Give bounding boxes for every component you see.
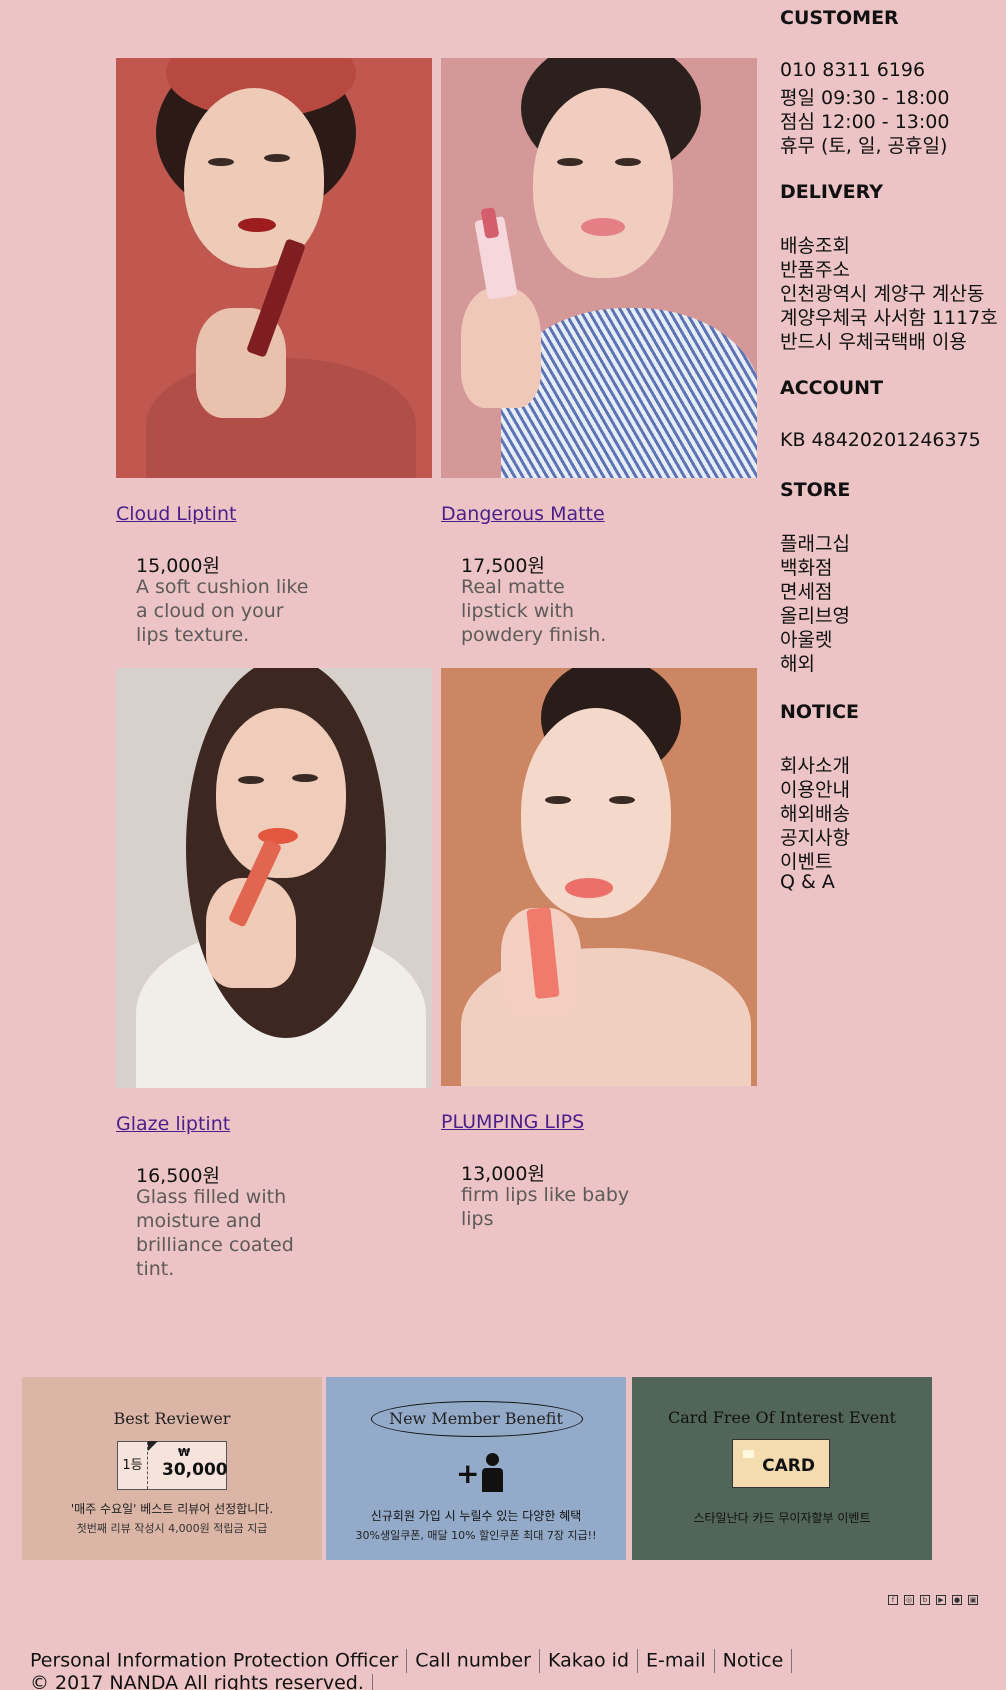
footer-link-kakao-id[interactable]: Kakao id (548, 1650, 629, 1672)
product-description: firm lips like baby lips (461, 1184, 630, 1230)
store-link-oliveyoung[interactable]: 올리브영 (780, 601, 850, 628)
model-with-coral-lips-image[interactable] (441, 668, 757, 1086)
product-description: A soft cushion like a cloud on your lips… (136, 576, 309, 646)
customer-heading: CUSTOMER (780, 7, 899, 29)
model-with-pink-lipstick-image[interactable] (441, 58, 757, 478)
separator (371, 1673, 373, 1690)
store-icon[interactable]: ▣ (968, 1595, 978, 1605)
coupon-amount: 30,000 (162, 1460, 228, 1480)
store-link-dutyfree[interactable]: 면세점 (780, 577, 832, 604)
coupon-rank: 1등 (118, 1442, 148, 1489)
product-price: 17,500원 (461, 555, 545, 577)
coupon-icon: 1등 ₩ 30,000 (117, 1441, 228, 1490)
product-price: 13,000원 (461, 1163, 545, 1185)
product-card-cloud-liptint: Cloud Liptint 15,000원 A soft cushion lik… (116, 58, 432, 646)
banner-title: Best Reviewer (113, 1409, 231, 1428)
social-icons: f ◎ b ▶ ● ▣ (888, 1595, 978, 1605)
banner-title: New Member Benefit (389, 1409, 563, 1428)
notice-link-guide[interactable]: 이용안내 (780, 775, 850, 802)
store-link-department[interactable]: 백화점 (780, 553, 832, 580)
product-card-glaze-liptint: Glaze liptint 16,500원 Glass filled with … (116, 668, 432, 1280)
separator (637, 1649, 639, 1673)
customer-phone: 010 8311 6196 (780, 59, 926, 81)
footer-link-email[interactable]: E-mail (646, 1650, 706, 1672)
card-chip-icon (743, 1450, 754, 1458)
notice-link-events[interactable]: 이벤트 (780, 847, 832, 874)
product-name-link[interactable]: Glaze liptint (116, 1113, 230, 1135)
footer-link-privacy-officer[interactable]: Personal Information Protection Officer (30, 1650, 398, 1672)
notice-link-announcements[interactable]: 공지사항 (780, 823, 850, 850)
store-link-outlet[interactable]: 아울렛 (780, 625, 832, 652)
delivery-return-address-link[interactable]: 반품주소 (780, 255, 850, 282)
customer-hours-weekday: 평일 09:30 - 18:00 (780, 87, 950, 109)
new-member-benefit-banner[interactable]: New Member Benefit + 신규회원 가입 시 누릴수 있는 다양… (326, 1377, 626, 1560)
instagram-icon[interactable]: ◎ (904, 1595, 914, 1605)
plus-icon: + (456, 1457, 480, 1490)
banner-text: 신규회원 가입 시 누릴수 있는 다양한 혜택 (370, 1509, 582, 1523)
banner-subtext: 30%생일쿠폰, 매달 10% 할인쿠폰 최대 7장 지급!! (355, 1529, 597, 1542)
product-price: 15,000원 (136, 555, 220, 577)
kakao-icon[interactable]: ● (952, 1595, 962, 1605)
youtube-icon[interactable]: ▶ (936, 1595, 946, 1605)
product-name-link[interactable]: Dangerous Matte (441, 503, 605, 525)
facebook-icon[interactable]: f (888, 1595, 898, 1605)
copyright-text: © 2017 NANDA All rights reserved. (30, 1672, 364, 1690)
model-with-red-lipstick-image[interactable] (116, 58, 432, 478)
product-card-plumping-lips: PLUMPING LIPS 13,000원 firm lips like bab… (441, 668, 757, 1230)
account-number: KB 48420201246375 (780, 429, 981, 451)
delivery-address-line: 반드시 우체국택배 이용 (780, 331, 967, 353)
footer-link-notice[interactable]: Notice (723, 1650, 784, 1672)
product-card-dangerous-matte: Dangerous Matte 17,500원 Real matte lipst… (441, 58, 757, 646)
best-reviewer-banner[interactable]: Best Reviewer 1등 ₩ 30,000 '매주 수요일' 베스트 리… (22, 1377, 322, 1560)
banner-text: 스타일난다 카드 무이자할부 이벤트 (693, 1511, 871, 1525)
account-heading: ACCOUNT (780, 377, 884, 399)
footer-link-call-number[interactable]: Call number (415, 1650, 531, 1672)
delivery-tracking-link[interactable]: 배송조회 (780, 231, 850, 258)
delivery-heading: DELIVERY (780, 181, 883, 203)
store-heading: STORE (780, 479, 851, 501)
person-icon (482, 1468, 503, 1492)
customer-hours-closed: 휴무 (토, 일, 공휴일) (780, 135, 948, 157)
customer-hours-lunch: 점심 12:00 - 13:00 (780, 111, 950, 133)
model-with-coral-tint-image[interactable] (116, 668, 432, 1088)
product-name-link[interactable]: Cloud Liptint (116, 503, 236, 525)
delivery-address-line: 인천광역시 계양구 계산동 (780, 283, 985, 305)
banner-subtext: 첫번째 리뷰 작성시 4,000원 적립금 지급 (76, 1522, 268, 1535)
delivery-address-line: 계양우체국 사서함 1117호 (780, 307, 998, 329)
card-interest-free-banner[interactable]: Card Free Of Interest Event CARD 스타일난다 카… (632, 1377, 932, 1560)
blog-icon[interactable]: b (920, 1595, 930, 1605)
person-icon (486, 1453, 499, 1466)
product-description: Glass filled with moisture and brillianc… (136, 1186, 294, 1280)
product-description: Real matte lipstick with powdery finish. (461, 576, 607, 646)
separator (406, 1649, 408, 1673)
notice-heading: NOTICE (780, 701, 860, 723)
product-name-link[interactable]: PLUMPING LIPS (441, 1111, 584, 1133)
store-link-flagship[interactable]: 플래그십 (780, 529, 850, 556)
banner-text: '매주 수요일' 베스트 리뷰어 선정합니다. (70, 1502, 274, 1516)
footer-links: Personal Information Protection Officer C… (30, 1649, 800, 1673)
product-price: 16,500원 (136, 1165, 220, 1187)
separator (713, 1649, 715, 1673)
banner-title: Card Free Of Interest Event (668, 1408, 896, 1427)
copyright: © 2017 NANDA All rights reserved. (30, 1672, 373, 1690)
notice-link-qna[interactable]: Q & A (780, 871, 835, 893)
separator (791, 1649, 793, 1673)
coupon-currency: ₩ (178, 1446, 191, 1459)
notice-link-company[interactable]: 회사소개 (780, 751, 850, 778)
notice-link-overseas-shipping[interactable]: 해외배송 (780, 799, 850, 826)
separator (538, 1649, 540, 1673)
card-label: CARD (762, 1456, 815, 1476)
credit-card-icon: CARD (732, 1439, 830, 1488)
store-link-overseas[interactable]: 해외 (780, 649, 815, 676)
